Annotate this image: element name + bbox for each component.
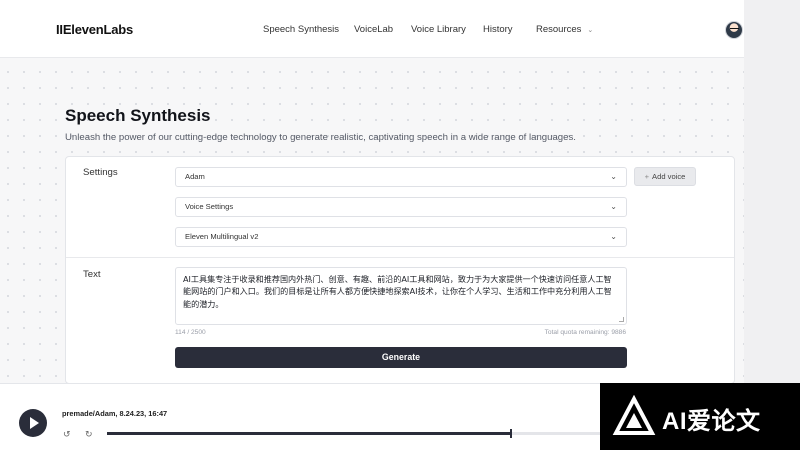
nav-history[interactable]: History (483, 24, 513, 35)
voice-select[interactable]: Adam ⌄ (175, 167, 627, 187)
nav-speech-synthesis[interactable]: Speech Synthesis (263, 24, 339, 35)
add-voice-button[interactable]: + Add voice (634, 167, 696, 186)
nav-resources-label: Resources (536, 24, 582, 35)
watermark: AI爱论文 (600, 383, 800, 450)
voice-settings-select[interactable]: Voice Settings ⌄ (175, 197, 627, 217)
rewind-icon[interactable]: ↺ (63, 429, 71, 440)
progress-fill (107, 432, 512, 435)
chevron-down-icon: ⌄ (610, 172, 617, 181)
quota-remaining: Total quota remaining: 9886 (544, 329, 626, 336)
model-select-value: Eleven Multilingual v2 (185, 232, 259, 241)
text-input[interactable]: AI工具集专注于收录和推荐国内外热门、创意、有趣、前沿的AI工具和网站，致力于为… (175, 267, 627, 325)
nav-voice-library[interactable]: Voice Library (411, 24, 466, 35)
voice-select-value: Adam (185, 172, 205, 181)
text-label: Text (83, 269, 101, 280)
chevron-down-icon: ⌄ (587, 27, 594, 34)
watermark-logo-icon (612, 395, 656, 435)
progress-handle[interactable] (510, 429, 513, 438)
avatar-glasses (730, 28, 739, 31)
user-avatar[interactable] (725, 21, 743, 39)
chevron-down-icon: ⌄ (610, 202, 617, 211)
model-select[interactable]: Eleven Multilingual v2 ⌄ (175, 227, 627, 247)
chevron-down-icon: ⌄ (610, 232, 617, 241)
character-count: 114 / 2500 (175, 329, 206, 336)
page-subtitle: Unleash the power of our cutting-edge te… (65, 132, 576, 143)
progress-bar[interactable] (107, 429, 600, 438)
logo[interactable]: IIElevenLabs (56, 22, 133, 37)
track-title: premade/Adam, 8.24.23, 16:47 (62, 409, 168, 418)
synthesis-card: Settings Adam ⌄ + Add voice Voice Setting… (65, 156, 735, 384)
nav-resources[interactable]: Resources ⌄ (536, 24, 593, 35)
nav-voicelab[interactable]: VoiceLab (354, 24, 393, 35)
play-icon[interactable] (19, 409, 47, 437)
add-voice-label: Add voice (652, 172, 686, 181)
generate-button[interactable]: Generate (175, 347, 627, 368)
voice-settings-label: Voice Settings (185, 202, 234, 211)
plus-icon: + (644, 172, 650, 181)
top-header: IIElevenLabs Speech Synthesis VoiceLab V… (0, 0, 744, 58)
resize-handle-icon[interactable] (619, 317, 624, 322)
watermark-text: AI爱论文 (662, 408, 761, 435)
forward-icon[interactable]: ↻ (85, 429, 93, 440)
page-title: Speech Synthesis (65, 106, 211, 125)
settings-label: Settings (83, 167, 118, 178)
text-input-content: AI工具集专注于收录和推荐国内外热门、创意、有趣、前沿的AI工具和网站，致力于为… (183, 274, 612, 309)
card-divider (66, 257, 734, 258)
audio-player: premade/Adam, 8.24.23, 16:47 ↺ ↻ (0, 383, 600, 450)
